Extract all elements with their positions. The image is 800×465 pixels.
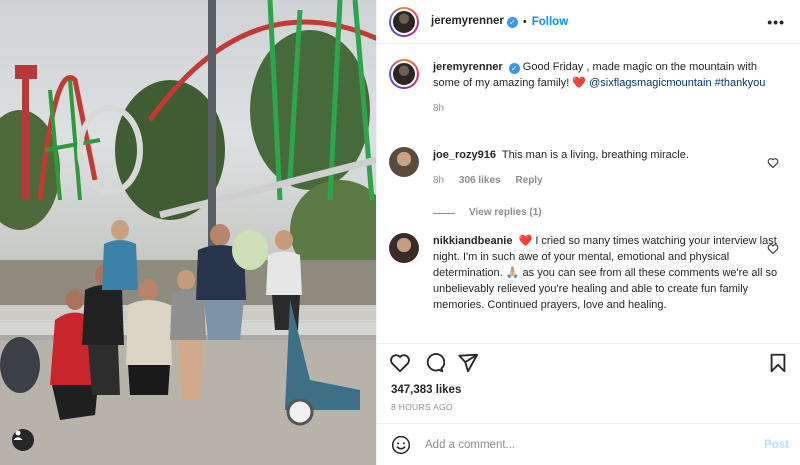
verified-icon: ✓ bbox=[508, 63, 520, 74]
comment-item: nikkiandbeanie ❤️ I cried so many times … bbox=[389, 233, 789, 343]
view-replies-line bbox=[433, 212, 455, 214]
post-comment-button[interactable]: Post bbox=[764, 439, 789, 451]
share-icon[interactable] bbox=[457, 352, 479, 374]
comment-icon[interactable] bbox=[423, 352, 445, 374]
post-timestamp[interactable]: 8 HOURS AGO bbox=[391, 402, 453, 412]
header-dot-separator: • bbox=[522, 15, 527, 28]
caption-mention-link[interactable]: @sixflagsmagicmountain bbox=[589, 77, 711, 89]
commenter-avatar[interactable] bbox=[389, 233, 419, 263]
heart-emoji: ❤️ bbox=[518, 235, 533, 247]
user-tag-icon[interactable] bbox=[12, 429, 34, 451]
add-comment-bar: Post bbox=[377, 423, 800, 465]
emoji-icon[interactable] bbox=[391, 435, 411, 455]
verified-icon: ✓ bbox=[506, 17, 518, 28]
comment-likes[interactable]: 306 likes bbox=[459, 175, 501, 186]
post-actions-bar bbox=[377, 343, 800, 379]
post-details-panel: jeremyrenner ✓ • Follow ••• jeremyrenner ✓… bbox=[376, 0, 800, 465]
caption-meta: 8h bbox=[433, 103, 445, 114]
caption-avatar[interactable] bbox=[389, 59, 419, 89]
comment-item: joe_rozy916 This man is a living, breath… bbox=[389, 147, 789, 218]
caption-hashtag-link[interactable]: #thankyou bbox=[715, 77, 766, 89]
view-replies-button[interactable]: View replies (1) bbox=[433, 205, 783, 221]
author-username[interactable]: jeremyrenner ✓ bbox=[431, 15, 518, 28]
more-options-icon[interactable]: ••• bbox=[767, 14, 785, 30]
commenter-avatar[interactable] bbox=[389, 147, 419, 177]
comment-like-heart-icon[interactable] bbox=[767, 157, 779, 169]
comment-username[interactable]: joe_rozy916 bbox=[433, 149, 496, 161]
post-photo[interactable] bbox=[0, 0, 376, 465]
comment-username[interactable]: nikkiandbeanie bbox=[433, 235, 512, 247]
instagram-post: jeremyrenner ✓ • Follow ••• jeremyrenner ✓… bbox=[0, 0, 800, 465]
heart-icon[interactable] bbox=[389, 352, 411, 374]
heart-emoji: ❤️ bbox=[572, 77, 587, 89]
comment-meta: 8h 306 likes Reply bbox=[433, 173, 783, 189]
comment-input[interactable] bbox=[425, 438, 745, 451]
bookmark-icon[interactable] bbox=[767, 352, 789, 374]
likes-count[interactable]: 347,383 likes bbox=[391, 384, 461, 396]
caption-username[interactable]: jeremyrenner bbox=[433, 61, 503, 73]
post-header: jeremyrenner ✓ • Follow ••• bbox=[377, 0, 800, 44]
comment-text: This man is a living, breathing miracle. bbox=[501, 149, 689, 161]
post-photo-image bbox=[0, 0, 376, 465]
reply-button[interactable]: Reply bbox=[515, 175, 542, 186]
author-avatar[interactable] bbox=[389, 6, 419, 37]
post-caption: jeremyrenner ✓ Good Friday , made magic o… bbox=[389, 59, 789, 139]
comment-time: 8h bbox=[433, 175, 445, 186]
comments-list[interactable]: jeremyrenner ✓ Good Friday , made magic o… bbox=[377, 45, 800, 343]
comment-like-heart-icon[interactable] bbox=[767, 243, 779, 255]
follow-button[interactable]: Follow bbox=[532, 16, 568, 28]
